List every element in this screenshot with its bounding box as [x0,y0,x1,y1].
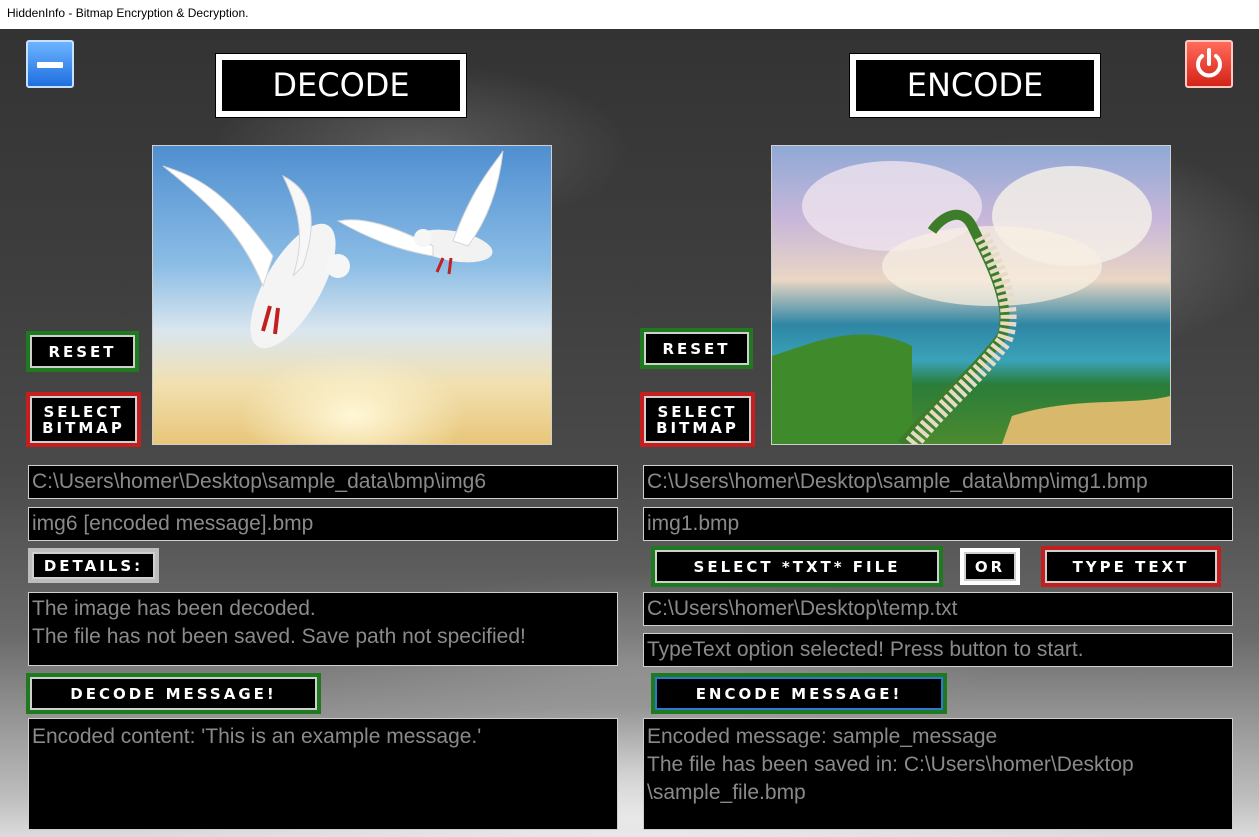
decode-reset-button[interactable]: RESET [26,331,139,372]
power-icon [1196,48,1222,78]
encode-bitmap-preview [771,145,1171,445]
decode-filename-field[interactable]: img6 [encoded message].bmp [28,507,618,541]
type-text-button[interactable]: TYPE TEXT [1041,546,1221,587]
decode-heading: DECODE [215,53,467,118]
encode-filename-field[interactable]: img1.bmp [643,507,1233,541]
doves-image [162,150,504,349]
encode-output-area[interactable]: Encoded message: sample_message The file… [643,718,1233,830]
decode-path-field[interactable]: C:\Users\homer\Desktop\sample_data\bmp\i… [28,465,618,499]
encode-path-field[interactable]: C:\Users\homer\Desktop\sample_data\bmp\i… [643,465,1233,499]
decode-message-button[interactable]: DECODE MESSAGE! [26,673,321,714]
power-button[interactable] [1185,40,1233,88]
decode-select-bitmap-button[interactable]: SELECT BITMAP [26,392,141,447]
select-txt-file-button[interactable]: SELECT *TXT* FILE [651,546,943,587]
decode-output-area[interactable]: Encoded content: 'This is an example mes… [28,718,618,830]
encode-heading: ENCODE [849,53,1101,118]
app-canvas: DECODE ENCODE RESET SELECT BITMAP RESET … [0,29,1259,837]
stairway-image [772,161,1170,444]
encode-message-button[interactable]: ENCODE MESSAGE! [651,673,947,714]
minimize-icon [37,62,63,68]
window-title: HiddenInfo - Bitmap Encryption & Decrypt… [0,0,1259,29]
decode-status-field: The image has been decoded. The file has… [28,592,618,666]
minimize-button[interactable] [26,40,74,88]
encode-txt-path-field[interactable]: C:\Users\homer\Desktop\temp.txt [643,592,1233,626]
or-label: OR [960,548,1020,585]
details-label: DETAILS: [28,548,159,583]
encode-status-field: TypeText option selected! Press button t… [643,633,1233,667]
decode-bitmap-preview [152,145,552,445]
encode-select-bitmap-button[interactable]: SELECT BITMAP [640,392,755,447]
encode-reset-button[interactable]: RESET [640,328,753,369]
